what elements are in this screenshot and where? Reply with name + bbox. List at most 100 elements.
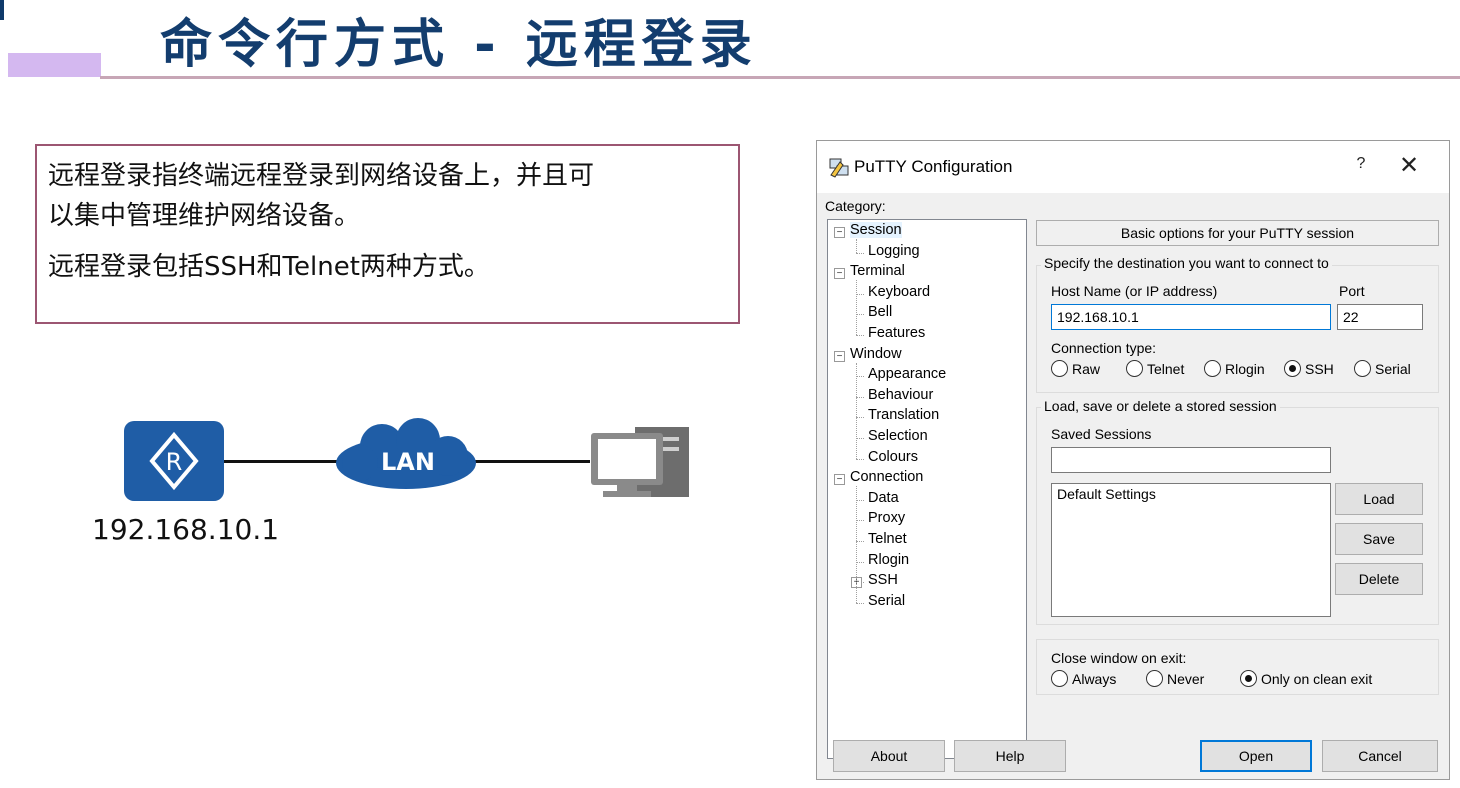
radio-exit-only-on-clean-exit[interactable]: Only on clean exit [1240, 670, 1372, 687]
host-name-label: Host Name (or IP address) [1051, 283, 1218, 299]
collapse-icon[interactable]: − [834, 474, 845, 486]
radio-raw[interactable]: Raw [1051, 360, 1100, 377]
help-button[interactable]: Help [954, 740, 1066, 772]
radio-label: SSH [1305, 360, 1334, 377]
load-button[interactable]: Load [1335, 483, 1423, 515]
radio-label: Only on clean exit [1261, 670, 1373, 687]
tree-item-behaviour[interactable]: Behaviour [868, 387, 933, 403]
lan-label: LAN [381, 448, 435, 476]
collapse-icon[interactable]: − [834, 350, 845, 362]
tree-connector [856, 499, 864, 501]
tree-item-rlogin[interactable]: Rlogin [868, 552, 909, 568]
tree-item-telnet[interactable]: Telnet [868, 531, 907, 547]
radio-unchecked-icon[interactable] [1146, 670, 1163, 687]
close-on-exit-label: Close window on exit: [1051, 650, 1187, 666]
tree-connector [856, 561, 864, 563]
radio-exit-never[interactable]: Never [1146, 670, 1204, 687]
tree-item-proxy[interactable]: Proxy [868, 510, 905, 526]
slide-title: 命令行方式 - 远程登录 [160, 15, 758, 75]
tree-item-terminal[interactable]: Terminal [850, 263, 905, 279]
radio-unchecked-icon[interactable] [1354, 360, 1371, 377]
radio-label: Raw [1072, 360, 1101, 377]
tree-item-logging[interactable]: Logging [868, 243, 920, 259]
about-button[interactable]: About [833, 740, 945, 772]
tree-item-colours[interactable]: Colours [868, 449, 918, 465]
titlebar-close-button[interactable]: ✕ [1397, 151, 1421, 180]
tree-item-bell[interactable]: Bell [868, 304, 892, 320]
port-label: Port [1339, 283, 1365, 299]
radio-unchecked-icon[interactable] [1126, 360, 1143, 377]
panel-heading: Basic options for your PuTTY session [1036, 220, 1439, 246]
titlebar-help-button[interactable]: ? [1351, 155, 1371, 173]
title-underline [100, 76, 1460, 79]
tree-item-appearance[interactable]: Appearance [868, 366, 946, 382]
info-text-box: 远程登录指终端远程登录到网络设备上，并且可 以集中管理维护网络设备。 远程登录包… [35, 144, 740, 324]
info-line-3: 远程登录包括SSH和Telnet两种方式。 [48, 252, 490, 282]
tree-connector [856, 520, 864, 522]
saved-sessions-label: Saved Sessions [1051, 426, 1152, 442]
tree-item-translation[interactable]: Translation [868, 407, 939, 423]
tree-connector [856, 458, 864, 460]
radio-unchecked-icon[interactable] [1204, 360, 1221, 377]
radio-serial[interactable]: Serial [1354, 360, 1411, 377]
tree-item-ssh[interactable]: SSH [868, 572, 898, 588]
sessions-listbox[interactable]: Default Settings [1051, 483, 1331, 617]
radio-exit-always[interactable]: Always [1051, 670, 1116, 687]
category-tree[interactable]: Session − Logging Terminal − Keyboard Bell Feat… [827, 219, 1027, 759]
save-button[interactable]: Save [1335, 523, 1423, 555]
radio-rlogin[interactable]: Rlogin [1204, 360, 1265, 377]
destination-group-title: Specify the destination you want to conn… [1041, 255, 1332, 271]
tree-connector [856, 541, 864, 542]
radio-ssh[interactable]: SSH [1284, 360, 1334, 377]
tree-item-selection[interactable]: Selection [868, 428, 928, 444]
saved-sessions-input[interactable] [1051, 447, 1331, 473]
putty-titlebar: PuTTY Configuration ? ✕ [817, 141, 1449, 193]
lan-cloud-icon: LAN [330, 418, 482, 502]
router-letter: R [166, 448, 183, 476]
tree-item-window[interactable]: Window [850, 346, 902, 362]
tree-item-serial[interactable]: Serial [868, 593, 905, 609]
radio-label: Rlogin [1225, 360, 1265, 377]
link-lan-pc [474, 460, 590, 463]
tree-connector [856, 362, 857, 459]
title-accent-block [8, 53, 101, 77]
radio-unchecked-icon[interactable] [1051, 360, 1068, 377]
tree-connector [856, 396, 864, 398]
delete-button[interactable]: Delete [1335, 563, 1423, 595]
radio-label: Never [1167, 670, 1205, 687]
info-line-1: 远程登录指终端远程登录到网络设备上，并且可 [48, 161, 595, 191]
tree-connector [856, 280, 857, 335]
cancel-button[interactable]: Cancel [1322, 740, 1438, 772]
tree-connector [856, 602, 864, 604]
tree-connector [856, 438, 864, 439]
collapse-icon[interactable]: − [834, 227, 845, 238]
corner-accent-bar [0, 0, 4, 20]
tree-item-keyboard[interactable]: Keyboard [868, 284, 930, 300]
tree-connector [856, 376, 864, 378]
radio-label: Telnet [1147, 360, 1185, 377]
radio-unchecked-icon[interactable] [1051, 670, 1068, 687]
host-name-input[interactable]: 192.168.10.1 [1051, 304, 1331, 330]
tree-item-data[interactable]: Data [868, 490, 899, 506]
collapse-icon[interactable]: − [834, 268, 845, 280]
radio-checked-icon[interactable] [1284, 360, 1301, 377]
tree-connector [856, 252, 864, 254]
port-input[interactable]: 22 [1337, 304, 1423, 330]
tree-connector [856, 239, 857, 253]
list-item[interactable]: Default Settings [1057, 486, 1325, 502]
tree-item-features[interactable]: Features [868, 325, 925, 341]
radio-telnet[interactable]: Telnet [1126, 360, 1184, 377]
link-router-lan [224, 460, 340, 463]
tree-connector [856, 314, 864, 316]
putty-window: PuTTY Configuration ? ✕ Category: Sessio… [816, 140, 1450, 780]
radio-label: Serial [1375, 360, 1411, 377]
info-line-2: 以集中管理维护网络设备。 [48, 201, 361, 231]
putty-window-title: PuTTY Configuration [854, 157, 1013, 176]
tree-item-connection[interactable]: Connection [850, 469, 923, 485]
radio-label: Always [1072, 670, 1117, 687]
pc-terminal-icon [587, 423, 693, 503]
open-button[interactable]: Open [1200, 740, 1312, 772]
radio-checked-icon[interactable] [1240, 670, 1257, 687]
tree-item-session[interactable]: Session [850, 222, 902, 238]
putty-app-icon [828, 156, 850, 181]
